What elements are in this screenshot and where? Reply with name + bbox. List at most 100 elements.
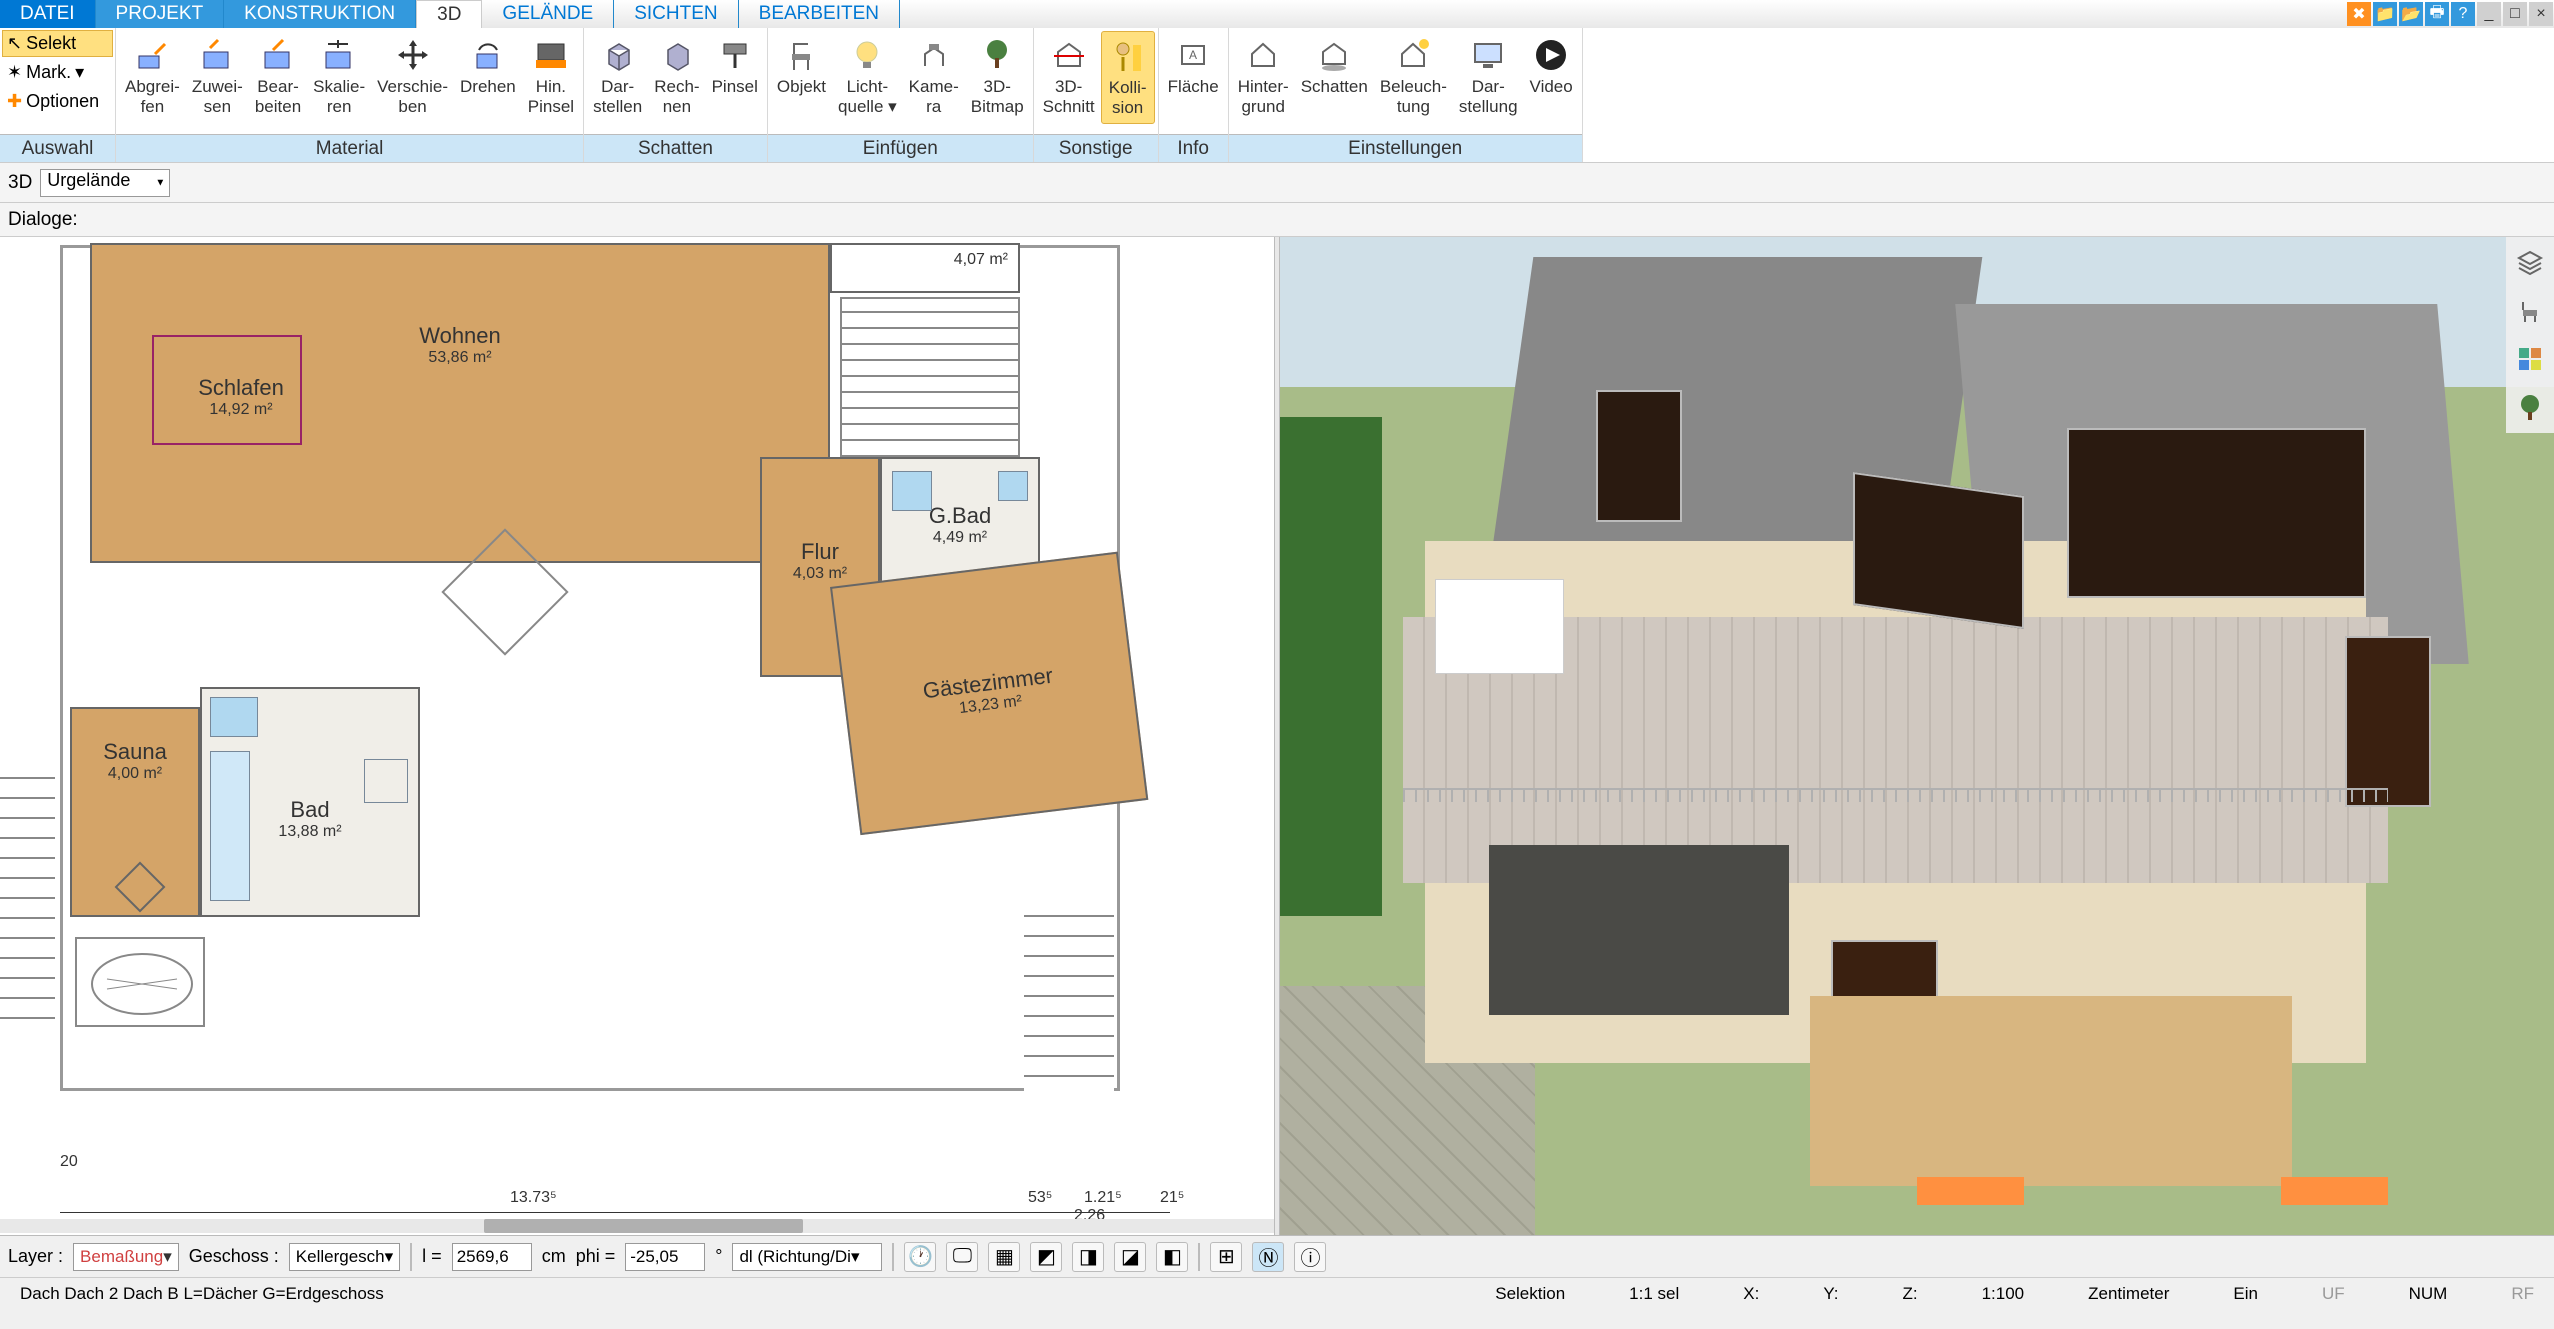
schatten-button[interactable]: Schatten <box>1295 31 1374 122</box>
maximize-icon[interactable]: □ <box>2503 2 2527 26</box>
chevron-down-icon: ▼ <box>155 177 165 188</box>
chair-side-icon[interactable] <box>2512 293 2548 329</box>
screen-icon[interactable]: 🖵 <box>946 1242 978 1272</box>
room-attic: 4,07 m² <box>830 243 1020 293</box>
open-icon[interactable]: 📂 <box>2399 2 2423 26</box>
beleuchtung-button[interactable]: Beleuch-tung <box>1374 31 1453 122</box>
menu-projekt[interactable]: PROJEKT <box>96 0 225 28</box>
print-icon[interactable]: 🖶 <box>2425 2 2449 26</box>
status-uf: UF <box>2310 1284 2357 1304</box>
palette-icon[interactable] <box>2512 341 2548 377</box>
chair-icon <box>781 35 821 75</box>
tree-icon <box>977 35 1017 75</box>
bulb-icon <box>847 35 887 75</box>
group-label-sonstige: Sonstige <box>1034 134 1158 162</box>
layer-label: Layer : <box>8 1246 63 1267</box>
close-icon[interactable]: × <box>2529 2 2553 26</box>
menu-konstruktion[interactable]: KONSTRUKTION <box>224 0 416 28</box>
menu-3d[interactable]: 3D <box>416 0 482 28</box>
menu-gelaende[interactable]: GELÄNDE <box>482 0 614 28</box>
cube-icon <box>598 35 638 75</box>
layer-icon[interactable]: ◨ <box>1072 1242 1104 1272</box>
diag-icon[interactable]: ◩ <box>1030 1242 1062 1272</box>
group-label-einstellungen: Einstellungen <box>1229 134 1582 162</box>
zuweisen-button[interactable]: Zuwei-sen <box>186 31 249 122</box>
snap-icon[interactable]: Ⓝ <box>1252 1242 1284 1272</box>
dialoge-bar: Dialoge: <box>0 203 2554 237</box>
minimize-icon[interactable]: _ <box>2477 2 2501 26</box>
edit-icon <box>258 35 298 75</box>
darstellung-button[interactable]: Dar-stellung <box>1453 31 1524 122</box>
layer-dropdown[interactable]: Bemaßung ▾ <box>73 1243 179 1271</box>
status-left: Dach Dach 2 Dach B L=Dächer G=Erdgeschos… <box>8 1284 396 1304</box>
3d-label: 3D <box>8 172 32 194</box>
menu-datei[interactable]: DATEI <box>0 0 96 28</box>
drehen-button[interactable]: Drehen <box>454 31 522 122</box>
3dbitmap-button[interactable]: 3D-Bitmap <box>965 31 1030 122</box>
ribbon-group-info: AFläche Info <box>1159 28 1229 162</box>
flaeche-button[interactable]: AFläche <box>1162 31 1225 122</box>
right-sidebar <box>2506 237 2554 433</box>
3dschnitt-button[interactable]: 3D-Schnitt <box>1037 31 1101 122</box>
status-sel: 1:1 sel <box>1617 1284 1691 1304</box>
dim-21: 21⁵ <box>1160 1189 1184 1207</box>
hinpinsel-button[interactable]: Hin.Pinsel <box>522 31 580 122</box>
rechnen-button[interactable]: Rech-nen <box>648 31 705 122</box>
pinsel-button[interactable]: Pinsel <box>706 31 764 122</box>
tree-side-icon[interactable] <box>2512 389 2548 425</box>
stairs <box>840 297 1020 457</box>
plan-3d-view[interactable] <box>1280 237 2554 1235</box>
skalieren-button[interactable]: Skalie-ren <box>307 31 371 122</box>
objekt-button[interactable]: Objekt <box>771 31 832 122</box>
menu-bearbeiten[interactable]: BEARBEITEN <box>739 0 900 28</box>
diag3-icon[interactable]: ◧ <box>1156 1242 1188 1272</box>
urgelaende-dropdown[interactable]: Urgelände▼ <box>40 169 170 197</box>
bearbeiten-button[interactable]: Bear-beiten <box>249 31 307 122</box>
abgreifen-button[interactable]: Abgrei-fen <box>119 31 186 122</box>
group-label-schatten: Schatten <box>584 134 767 162</box>
selekt-button[interactable]: ↖Selekt <box>2 30 113 57</box>
dialoge-label: Dialoge: <box>8 209 78 231</box>
boxes-icon[interactable]: ▦ <box>988 1242 1020 1272</box>
geschoss-label: Geschoss : <box>189 1246 279 1267</box>
marker-icon: ✶ <box>7 62 22 83</box>
kamera-button[interactable]: Kame-ra <box>903 31 965 122</box>
video-button[interactable]: Video <box>1524 31 1579 122</box>
cursor-icon: ↖ <box>7 33 22 54</box>
clock-icon[interactable]: 🕐 <box>904 1242 936 1272</box>
optionen-button[interactable]: ✚Optionen <box>2 88 113 115</box>
group-label-info: Info <box>1159 134 1228 162</box>
group-label-auswahl: Auswahl <box>0 134 115 162</box>
status-ein: Ein <box>2221 1284 2270 1304</box>
hintergrund-button[interactable]: Hinter-grund <box>1232 31 1295 122</box>
dl-dropdown[interactable]: dl (Richtung/Di▾ <box>732 1243 882 1271</box>
eyedropper-icon <box>132 35 172 75</box>
layers-icon[interactable] <box>2512 245 2548 281</box>
darstellen-button[interactable]: Dar-stellen <box>587 31 648 122</box>
mark-button[interactable]: ✶Mark. ▾ <box>2 59 113 86</box>
info-icon[interactable]: ⓘ <box>1294 1242 1326 1272</box>
diag2-icon[interactable]: ◪ <box>1114 1242 1146 1272</box>
phi-input[interactable] <box>625 1243 705 1271</box>
status-num: NUM <box>2397 1284 2460 1304</box>
menu-sichten[interactable]: SICHTEN <box>614 0 738 28</box>
rotate-icon <box>468 35 508 75</box>
geschoss-dropdown[interactable]: Kellergesch ▾ <box>289 1243 400 1271</box>
grid-icon[interactable]: ⊞ <box>1210 1242 1242 1272</box>
monitor-icon <box>1468 35 1508 75</box>
status-bar: Dach Dach 2 Dach B L=Dächer G=Erdgeschos… <box>0 1277 2554 1309</box>
room-gaeste: Gästezimmer 13,23 m² <box>830 552 1148 835</box>
tools-icon[interactable]: ✖ <box>2347 2 2371 26</box>
dim-20: 20 <box>60 1153 78 1171</box>
lichtquelle-button[interactable]: Licht-quelle ▾ <box>832 31 903 122</box>
folder-icon[interactable]: 📁 <box>2373 2 2397 26</box>
room-sauna: Sauna 4,00 m² <box>70 707 200 917</box>
verschieben-button[interactable]: Verschie-ben <box>371 31 454 122</box>
help-icon[interactable]: ? <box>2451 2 2475 26</box>
roller-icon <box>715 35 755 75</box>
horizontal-scrollbar[interactable] <box>0 1219 1274 1233</box>
kollision-button[interactable]: Kolli-sion <box>1101 31 1155 124</box>
plan-2d-view[interactable]: Wohnen 53,86 m² Schlafen 14,92 m² 4,07 m… <box>0 237 1274 1235</box>
l-input[interactable] <box>452 1243 532 1271</box>
shadow-icon <box>1314 35 1354 75</box>
